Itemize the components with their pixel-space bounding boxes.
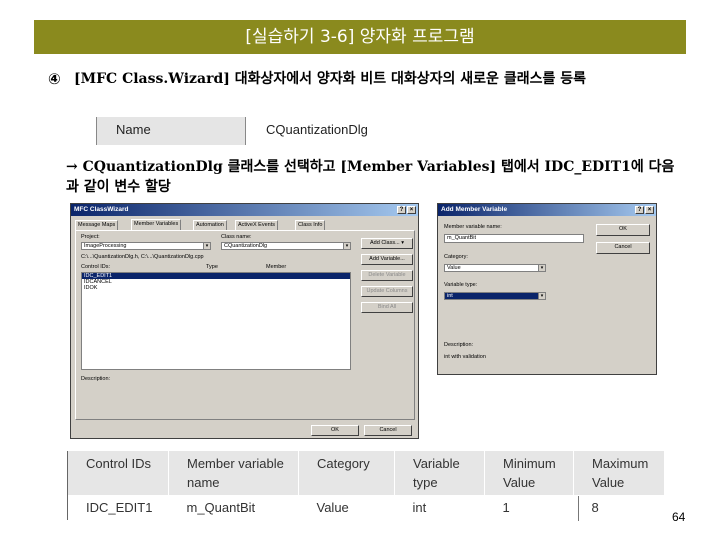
add-member-variable-dialog: Add Member Variable ? × Member variable … xyxy=(437,203,657,375)
cell-maximum: 8 xyxy=(573,495,665,521)
update-columns-button[interactable]: Update Columns xyxy=(361,286,413,297)
header-text: name xyxy=(187,475,220,490)
member-name-label: Member variable name: xyxy=(444,224,502,230)
member-column-label: Member xyxy=(266,264,287,270)
cancel-button[interactable]: Cancel xyxy=(364,425,412,436)
classname-label: Class name: xyxy=(221,234,252,240)
add-member-titlebar: Add Member Variable ? × xyxy=(438,204,656,216)
header-text: Value xyxy=(592,475,625,490)
add-member-title: Add Member Variable xyxy=(441,206,508,213)
project-combo[interactable]: ImageProcessing ▾ xyxy=(81,242,211,250)
description-label: Description: xyxy=(81,376,111,382)
header-text: Maximum xyxy=(592,456,649,471)
slide-title-bar: [실습하기 3-6] 양자화 프로그램 xyxy=(34,20,686,54)
header-minimum-value: Minimum Value xyxy=(484,451,574,495)
add-variable-button[interactable]: Add Variable... xyxy=(361,254,413,265)
add-class-button[interactable]: Add Class... ▾ xyxy=(361,238,413,249)
step-number: ④ xyxy=(48,70,61,88)
control-ids-label: Control IDs: xyxy=(81,264,111,270)
chevron-down-icon[interactable]: ▾ xyxy=(538,293,545,299)
member-name-input[interactable]: m_QuantBit xyxy=(444,234,584,243)
help-icon[interactable]: ? xyxy=(635,206,644,214)
bind-all-button[interactable]: Bind All xyxy=(361,302,413,313)
header-text: Member variable xyxy=(187,456,284,471)
name-label: Name xyxy=(116,122,151,137)
name-strip: Name CQuantizationDlg xyxy=(96,117,374,145)
class-wizard-dialog: MFC ClassWizard ? × Message Maps Member … xyxy=(70,203,419,439)
page-number: 64 xyxy=(672,510,686,524)
variable-type-combo[interactable]: int ▾ xyxy=(444,292,546,300)
variable-table: Control IDs Member variable name Category… xyxy=(67,451,665,521)
header-control-ids: Control IDs xyxy=(67,451,169,495)
class-wizard-titlebar: MFC ClassWizard ? × xyxy=(71,204,418,216)
step-text: [MFC Class.Wizard] 대화상자에서 양자화 비트 대화상자의 새… xyxy=(74,71,586,87)
cell-variable-type: int xyxy=(394,495,485,521)
instruction-text: → CQuantizationDlg 클래스를 선택하고 [Member Var… xyxy=(66,159,675,195)
slide-title: [실습하기 3-6] 양자화 프로그램 xyxy=(245,27,475,47)
close-icon[interactable]: × xyxy=(645,206,654,214)
variable-type-label: Variable type: xyxy=(444,282,478,288)
header-text: Control IDs xyxy=(86,456,152,471)
chevron-down-icon[interactable]: ▾ xyxy=(343,243,350,249)
chevron-down-icon[interactable]: ▾ xyxy=(538,265,545,271)
tab-activex-events[interactable]: ActiveX Events xyxy=(235,220,278,230)
cell-member-name: m_QuantBit xyxy=(168,495,299,521)
cell-category: Value xyxy=(298,495,395,521)
header-text: type xyxy=(413,475,438,490)
header-variable-type: Variable type xyxy=(394,451,485,495)
category-combo[interactable]: Value ▾ xyxy=(444,264,546,272)
add-class-label: Add Class... xyxy=(370,240,400,246)
ok-button[interactable]: OK xyxy=(311,425,359,436)
classname-combo[interactable]: CQuantizationDlg ▾ xyxy=(221,242,351,250)
project-label: Project: xyxy=(81,234,100,240)
header-maximum-value: Maximum Value xyxy=(573,451,665,495)
chevron-down-icon[interactable]: ▾ xyxy=(203,243,210,249)
cell-control-id: IDC_EDIT1 xyxy=(67,495,169,521)
tab-class-info[interactable]: Class Info xyxy=(295,220,326,230)
help-icon[interactable]: ? xyxy=(397,206,406,214)
type-column-label: Type xyxy=(206,264,218,270)
variable-type-value: int xyxy=(447,293,453,299)
tab-member-variables[interactable]: Member Variables xyxy=(131,219,182,230)
tab-automation[interactable]: Automation xyxy=(193,220,227,230)
category-label: Category: xyxy=(444,254,468,260)
header-text: Minimum xyxy=(503,456,556,471)
delete-variable-button[interactable]: Delete Variable xyxy=(361,270,413,281)
ok-button[interactable]: OK xyxy=(596,224,650,236)
header-text: Variable xyxy=(413,456,460,471)
header-member-variable-name: Member variable name xyxy=(168,451,299,495)
header-text: Category xyxy=(317,456,370,471)
cell-minimum: 1 xyxy=(484,495,574,521)
close-icon[interactable]: × xyxy=(407,206,416,214)
header-category: Category xyxy=(298,451,395,495)
description-value: int with validation xyxy=(444,354,486,360)
classname-value: CQuantizationDlg xyxy=(224,243,268,249)
table-row: IDC_EDIT1 m_QuantBit Value int 1 8 xyxy=(67,495,665,521)
category-value: Value xyxy=(447,265,461,271)
project-value: ImageProcessing xyxy=(84,243,127,249)
table-right-border xyxy=(578,496,579,521)
tab-message-maps[interactable]: Message Maps xyxy=(75,220,119,230)
description-label: Description: xyxy=(444,342,474,348)
control-ids-list[interactable]: IDC_EDIT1 IDCANCEL IDOK xyxy=(81,272,351,370)
list-item[interactable]: IDOK xyxy=(82,285,350,291)
cancel-button[interactable]: Cancel xyxy=(596,242,650,254)
table-header-row: Control IDs Member variable name Category… xyxy=(67,451,665,495)
name-value: CQuantizationDlg xyxy=(266,122,368,137)
header-text: Value xyxy=(503,475,536,490)
class-path-text: C:\...\QuantizationDlg.h, C:\...\Quantiz… xyxy=(81,254,204,260)
class-wizard-title: MFC ClassWizard xyxy=(74,206,129,213)
